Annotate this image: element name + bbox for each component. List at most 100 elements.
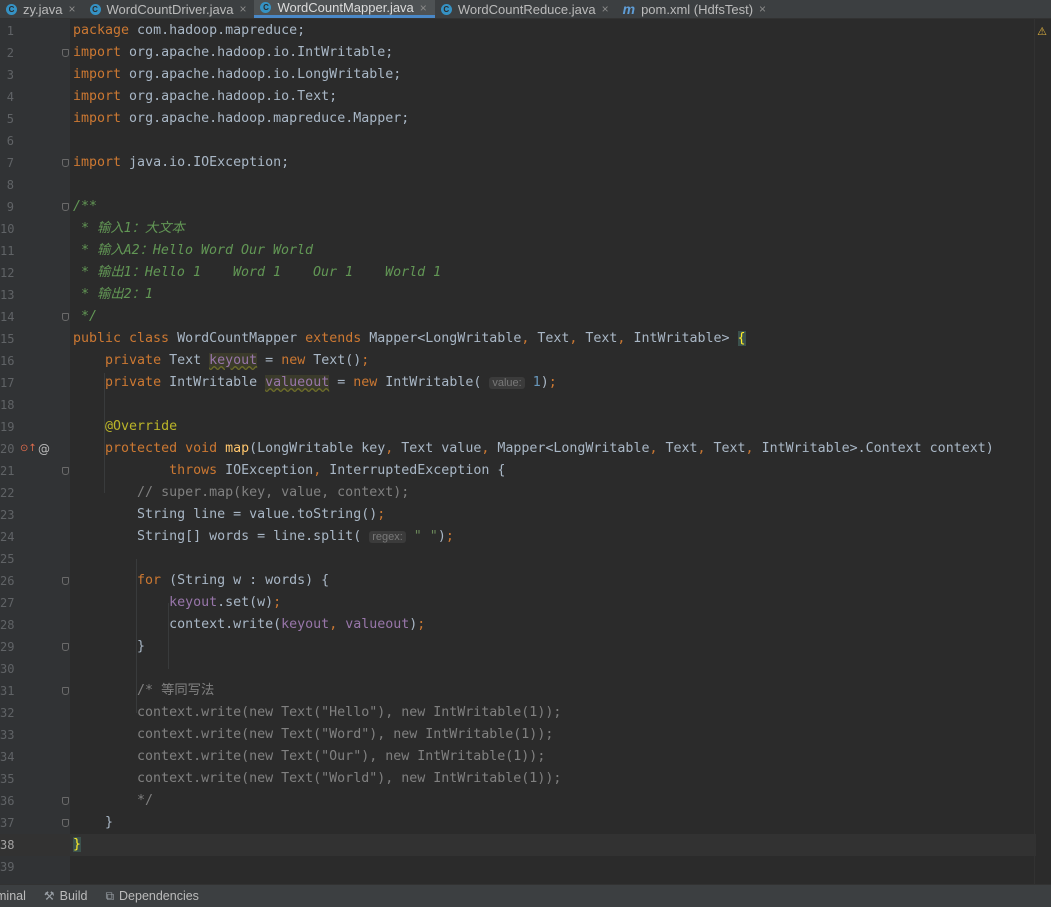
tool-window-label: minal — [0, 889, 26, 903]
code-line[interactable]: 24 String[] words = line.split( regex: "… — [0, 526, 1036, 548]
code-line[interactable]: 36 */ — [0, 790, 1036, 812]
tool-window-2[interactable]: ⧉ Dependencies — [105, 889, 199, 904]
line-number: 25 — [0, 552, 15, 566]
code-line[interactable]: 34 context.write(new Text("Our"), new In… — [0, 746, 1036, 768]
code-line[interactable]: 10 * 输入1：大文本 — [0, 218, 1036, 240]
code-line[interactable]: 7 import java.io.IOException; — [0, 152, 1036, 174]
fold-marker-icon[interactable] — [62, 159, 69, 167]
code-line[interactable]: 32 context.write(new Text("Hello"), new … — [0, 702, 1036, 724]
code-line[interactable]: 22 // super.map(key, value, context); — [0, 482, 1036, 504]
tool-window-0[interactable]: minal — [0, 889, 26, 903]
tool-window-label: Dependencies — [119, 889, 199, 903]
code-text: context.write(new Text("Hello"), new Int… — [73, 705, 562, 720]
tool-window-1[interactable]: ⚒ Build — [44, 889, 88, 903]
indent-guide — [136, 559, 137, 713]
code-line[interactable]: 37 } — [0, 812, 1036, 834]
tab-1[interactable]: C WordCountDriver.java × — [84, 0, 255, 18]
code-line[interactable]: 33 context.write(new Text("Word"), new I… — [0, 724, 1036, 746]
code-line[interactable]: 26 for (String w : words) { — [0, 570, 1036, 592]
close-icon[interactable]: × — [69, 2, 76, 16]
overrides-method-icon[interactable]: ⊙↑ — [20, 438, 37, 460]
code-text: public class WordCountMapper extends Map… — [73, 331, 746, 346]
code-text: * 输出1：Hello 1 Word 1 Our 1 World 1 — [73, 265, 442, 280]
line-number: 13 — [0, 288, 15, 302]
warning-icon[interactable]: ⚠ — [1037, 25, 1047, 38]
code-line[interactable]: 18 — [0, 394, 1036, 416]
code-line[interactable]: 20 ⊙↑ @ protected void map(LongWritable ke… — [0, 438, 1036, 460]
code-line[interactable]: 27 keyout.set(w); — [0, 592, 1036, 614]
fold-marker-icon[interactable] — [62, 49, 69, 57]
line-number: 3 — [6, 68, 14, 82]
fold-marker-icon[interactable] — [62, 687, 69, 695]
code-text: * 输入1：大文本 — [73, 221, 185, 236]
code-line[interactable]: 4 import org.apache.hadoop.io.Text; — [0, 86, 1036, 108]
close-icon[interactable]: × — [759, 2, 766, 16]
line-number: 1 — [6, 24, 14, 38]
code-text: import java.io.IOException; — [73, 155, 290, 170]
code-line[interactable]: 23 String line = value.toString(); — [0, 504, 1036, 526]
tab-2[interactable]: C WordCountMapper.java × — [254, 0, 435, 18]
tab-label: zy.java — [23, 1, 63, 17]
line-number: 29 — [0, 640, 15, 654]
tab-3[interactable]: C WordCountReduce.java × — [435, 0, 617, 18]
code-line[interactable]: 12 * 输出1：Hello 1 Word 1 Our 1 World 1 — [0, 262, 1036, 284]
code-line[interactable]: 39 — [0, 856, 1036, 878]
line-number: 5 — [6, 112, 14, 126]
line-number: 4 — [6, 90, 14, 104]
code-line[interactable]: 8 — [0, 174, 1036, 196]
code-text: context.write(new Text("Word"), new IntW… — [73, 727, 554, 742]
editor-scrollbar[interactable]: ⚠ — [1034, 19, 1051, 884]
java-class-icon: C — [260, 2, 272, 13]
line-number: 32 — [0, 706, 15, 720]
code-line[interactable]: 35 context.write(new Text("World"), new … — [0, 768, 1036, 790]
fold-marker-icon[interactable] — [62, 203, 69, 211]
tab-0[interactable]: Czy.java × — [0, 0, 84, 18]
tool-window-label: Build — [59, 889, 88, 903]
code-line[interactable]: 38} — [0, 834, 1036, 856]
fold-marker-icon[interactable] — [62, 819, 69, 827]
code-line[interactable]: 28 context.write(keyout, valueout); — [0, 614, 1036, 636]
code-line[interactable]: 16 private Text keyout = new Text(); — [0, 350, 1036, 372]
code-line[interactable]: 21 throws IOException, InterruptedExcept… — [0, 460, 1036, 482]
code-text: import org.apache.hadoop.mapreduce.Mappe… — [73, 111, 410, 126]
line-number: 17 — [0, 376, 15, 390]
code-line[interactable]: 11 * 输入A2：Hello Word Our World — [0, 240, 1036, 262]
line-number: 26 — [0, 574, 15, 588]
line-number: 19 — [0, 420, 15, 434]
close-icon[interactable]: × — [239, 2, 246, 16]
fold-marker-icon[interactable] — [62, 643, 69, 651]
tab-4[interactable]: m pom.xml (HdfsTest) × — [617, 0, 774, 18]
code-line[interactable]: 3 import org.apache.hadoop.io.LongWritabl… — [0, 64, 1036, 86]
line-number: 2 — [6, 46, 14, 60]
code-line[interactable]: 15 public class WordCountMapper extends M… — [0, 328, 1036, 350]
code-text: String[] words = line.split( regex: " ")… — [73, 529, 454, 544]
code-line[interactable]: 13 * 输出2：1 — [0, 284, 1036, 306]
code-line[interactable]: 25 — [0, 548, 1036, 570]
line-number: 34 — [0, 750, 15, 764]
code-text: /** — [73, 199, 98, 214]
code-line[interactable]: 9 /** — [0, 196, 1036, 218]
fold-marker-icon[interactable] — [62, 467, 69, 475]
close-icon[interactable]: × — [420, 1, 427, 15]
code-line[interactable]: 29 } — [0, 636, 1036, 658]
line-number: 7 — [6, 156, 14, 170]
code-line[interactable]: 1 package com.hadoop.mapreduce; — [0, 20, 1036, 42]
close-icon[interactable]: × — [602, 2, 609, 16]
code-line[interactable]: 2 import org.apache.hadoop.io.IntWritable… — [0, 42, 1036, 64]
code-line[interactable]: 5 import org.apache.hadoop.mapreduce.Mapp… — [0, 108, 1036, 130]
annotation-icon[interactable]: @ — [38, 438, 50, 460]
code-line[interactable]: 19 @Override — [0, 416, 1036, 438]
code-line[interactable]: 30 — [0, 658, 1036, 680]
line-number: 30 — [0, 662, 15, 676]
code-line[interactable]: 17 private IntWritable valueout = new In… — [0, 372, 1036, 394]
code-text: protected void map(LongWritable key, Tex… — [105, 441, 994, 456]
code-editor[interactable]: 1 package com.hadoop.mapreduce; 2 import or… — [0, 19, 1051, 884]
code-text: package com.hadoop.mapreduce; — [73, 23, 306, 38]
code-line[interactable]: 14 */ — [0, 306, 1036, 328]
fold-marker-icon[interactable] — [62, 313, 69, 321]
fold-marker-icon[interactable] — [62, 577, 69, 585]
code-line[interactable]: 6 — [0, 130, 1036, 152]
tab-label: WordCountDriver.java — [106, 1, 234, 17]
code-line[interactable]: 31 /* 等同写法 — [0, 680, 1036, 702]
fold-marker-icon[interactable] — [62, 797, 69, 805]
